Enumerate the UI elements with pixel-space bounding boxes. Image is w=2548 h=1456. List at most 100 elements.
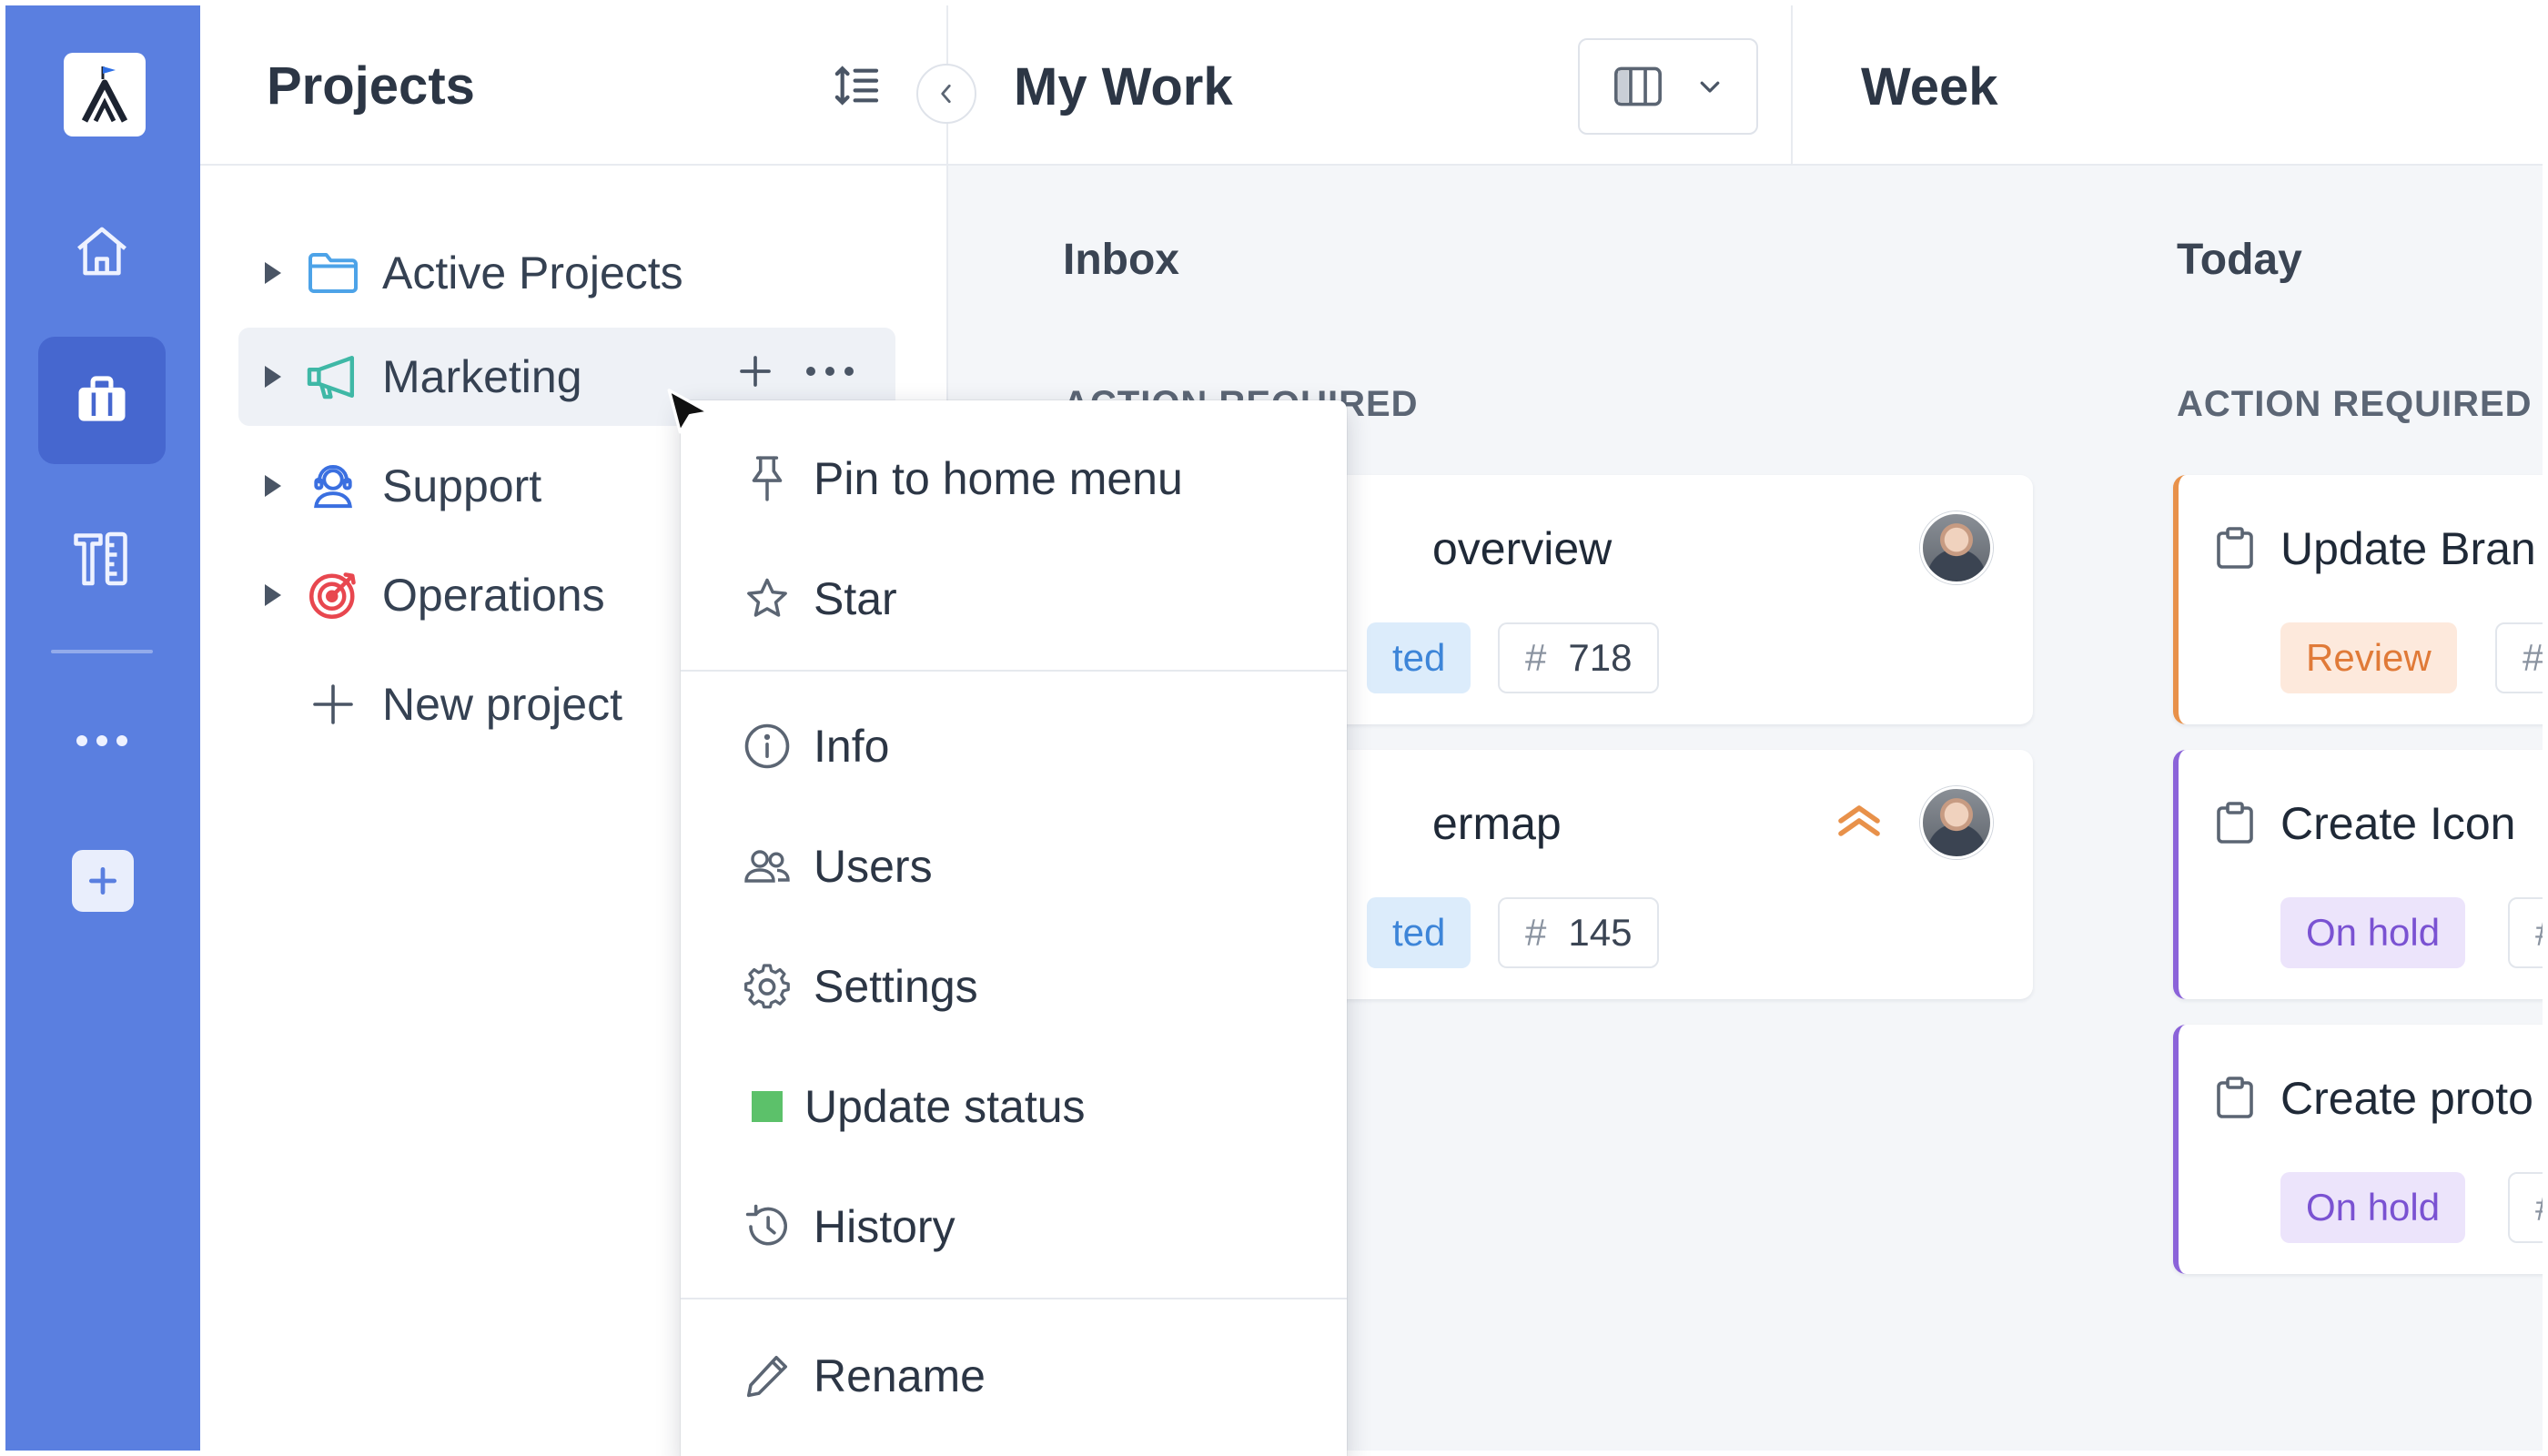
mouse-cursor-icon: [662, 386, 715, 443]
project-context-menu: Pin to home menu Star Info Users Setting…: [681, 400, 1347, 1456]
board-view-icon: [1613, 66, 1663, 107]
status-badge: ted: [1367, 897, 1471, 968]
status-badge: ted: [1367, 622, 1471, 693]
menu-item-info[interactable]: Info: [681, 697, 1347, 795]
history-icon: [741, 1202, 794, 1251]
task-icon: [2215, 526, 2255, 570]
add-icon[interactable]: [737, 353, 774, 389]
task-icon: [2215, 1076, 2255, 1119]
task-number-badge: # 145: [1498, 897, 1660, 968]
today-card[interactable]: Update Bran Review #: [2173, 475, 2543, 724]
logo-icon: [81, 66, 128, 123]
card-title: Create proto: [2280, 1073, 2533, 1124]
card-title: ermap: [1432, 798, 1562, 849]
gear-icon: [741, 962, 794, 1011]
expand-arrow-icon[interactable]: [248, 475, 297, 497]
menu-label: Info: [814, 721, 890, 772]
task-number-badge: # 718: [1498, 622, 1660, 693]
hash-icon: #: [2523, 636, 2543, 679]
task-number-badge: #: [2495, 622, 2543, 693]
view-switcher-button[interactable]: [1578, 38, 1758, 135]
menu-item-users[interactable]: Users: [681, 817, 1347, 915]
chevron-left-icon: [935, 82, 958, 106]
rail-more-button[interactable]: [38, 677, 166, 804]
more-icon[interactable]: [804, 365, 855, 378]
folder-icon: [302, 246, 364, 300]
project-item-active-projects[interactable]: Active Projects: [238, 224, 895, 322]
inbox-column-title: Inbox: [1063, 236, 1179, 284]
today-section-label: ACTION REQUIRED: [2177, 384, 2533, 424]
card-title: Create Icon: [2280, 798, 2516, 849]
project-label: Marketing: [382, 351, 582, 402]
hash-icon: #: [1525, 911, 1547, 954]
home-icon: [71, 220, 133, 282]
panel-title: Projects: [267, 56, 475, 116]
menu-label: Rename: [814, 1350, 986, 1401]
pin-icon: [741, 454, 794, 503]
today-column-title: Today: [2177, 236, 2302, 284]
menu-label: Users: [814, 841, 933, 892]
app-logo[interactable]: [64, 53, 146, 136]
megaphone-icon: [302, 349, 364, 404]
card-title: Update Bran: [2280, 523, 2536, 574]
add-icon: [302, 677, 364, 732]
project-label: Operations: [382, 570, 605, 621]
menu-item-rename[interactable]: Rename: [681, 1327, 1347, 1425]
menu-item-pin[interactable]: Pin to home menu: [681, 430, 1347, 528]
task-number-badge: #: [2508, 1172, 2543, 1243]
project-label: Support: [382, 460, 542, 511]
more-icon: [73, 733, 131, 748]
rail-home-button[interactable]: [38, 187, 166, 315]
expand-arrow-icon[interactable]: [248, 262, 297, 284]
add-icon: [86, 864, 120, 898]
rail-projects-button[interactable]: [38, 337, 166, 464]
menu-divider: [681, 670, 1347, 672]
rail-tools-button[interactable]: [38, 495, 166, 622]
star-icon: [741, 575, 794, 622]
info-icon: [741, 722, 794, 771]
app-rail: [5, 5, 200, 1451]
hash-icon: #: [2535, 1186, 2543, 1229]
menu-item-settings[interactable]: Settings: [681, 937, 1347, 1036]
avatar: [1920, 511, 1993, 584]
briefcase-icon: [71, 369, 133, 431]
expand-arrow-icon[interactable]: [248, 366, 297, 388]
menu-label: Star: [814, 573, 897, 624]
target-icon: [302, 568, 364, 622]
new-project-label: New project: [382, 679, 622, 730]
pencil-icon: [741, 1351, 794, 1400]
status-badge: On hold: [2280, 1172, 2466, 1243]
expand-arrow-icon[interactable]: [248, 584, 297, 606]
menu-label: Settings: [814, 961, 978, 1012]
task-icon: [2215, 801, 2255, 844]
week-title: Week: [1861, 57, 1998, 116]
menu-divider: [681, 1298, 1347, 1299]
task-number-badge: #: [2508, 897, 2543, 968]
menu-label: Pin to home menu: [814, 453, 1183, 504]
chevron-down-icon: [1696, 73, 1724, 100]
header-divider: [1791, 5, 1793, 166]
card-title: overview: [1432, 523, 1613, 574]
collapse-panel-button[interactable]: [916, 64, 976, 124]
task-number: 718: [1568, 636, 1633, 679]
menu-item-history[interactable]: History: [681, 1178, 1347, 1276]
today-card[interactable]: Create Icon On hold #: [2173, 750, 2543, 999]
menu-label: History: [814, 1201, 956, 1252]
status-badge: Review: [2280, 622, 2457, 693]
tools-icon: [69, 526, 135, 592]
support-icon: [302, 459, 364, 513]
avatar: [1920, 786, 1993, 859]
hash-icon: #: [1525, 636, 1547, 679]
menu-item-star[interactable]: Star: [681, 550, 1347, 648]
rail-add-button[interactable]: [72, 850, 134, 912]
hash-icon: #: [2535, 911, 2543, 955]
project-label: Active Projects: [382, 248, 683, 298]
menu-label: Update status: [804, 1081, 1086, 1132]
menu-item-update-status[interactable]: Update status: [681, 1057, 1347, 1156]
rail-divider: [51, 650, 153, 653]
status-square-icon: [741, 1091, 794, 1122]
status-badge: On hold: [2280, 897, 2466, 968]
today-card[interactable]: Create proto On hold #: [2173, 1025, 2543, 1274]
users-icon: [741, 844, 794, 888]
task-number: 145: [1568, 911, 1633, 954]
